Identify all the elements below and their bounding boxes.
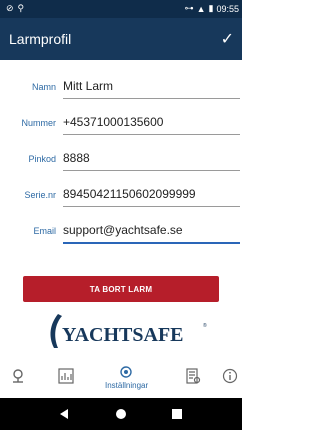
logo-text: YACHTSAFE (62, 324, 184, 346)
pin-input[interactable]: 8888 (63, 151, 90, 165)
system-nav-bar (0, 398, 242, 430)
serial-input[interactable]: 89450421150602099999 (63, 187, 196, 201)
field-namn[interactable]: Namn Mitt Larm (0, 70, 242, 106)
field-pinkod[interactable]: Pinkod 8888 (0, 142, 242, 178)
field-label: Pinkod (28, 154, 56, 164)
logo-registered: ® (203, 323, 207, 329)
home-icon[interactable] (115, 408, 127, 420)
notification-icon: ⚲ (17, 3, 25, 13)
field-label: Email (33, 226, 56, 236)
checkmark-icon[interactable]: ✓ (221, 29, 234, 49)
name-input[interactable]: Mitt Larm (63, 79, 113, 93)
input-underline (63, 170, 240, 171)
yachtsafe-logo: YACHTSAFE ® (0, 310, 242, 350)
document-icon[interactable] (185, 368, 201, 384)
settings-icon[interactable] (118, 364, 134, 380)
app-bar: Larmprofil ✓ (0, 18, 242, 60)
delete-alarm-button[interactable]: TA BORT LARM (23, 276, 219, 302)
field-nummer[interactable]: Nummer +45371000135600 (0, 106, 242, 142)
field-serie[interactable]: Serie.nr 89450421150602099999 (0, 178, 242, 214)
key-icon: ⊶ (184, 3, 194, 13)
signal-icon: ▲ (196, 3, 206, 14)
field-label: Serie.nr (24, 190, 56, 200)
chart-icon[interactable] (58, 368, 74, 384)
status-time: 09:55 (216, 3, 239, 14)
alarm-icon: ⊘ (6, 3, 14, 13)
settings-label[interactable]: Inställningar (105, 381, 148, 390)
recents-icon[interactable] (172, 409, 182, 419)
email-input[interactable]: support@yachtsafe.se (63, 223, 183, 237)
battery-icon: ▮ (208, 3, 214, 13)
input-underline (63, 134, 240, 135)
status-icons-right: ⊶ ▲ ▮ 09:55 (185, 3, 239, 14)
status-icons-left: ⊘ ⚲ (6, 3, 24, 14)
back-icon[interactable] (58, 408, 70, 420)
input-underline (63, 98, 240, 99)
field-label: Namn (31, 82, 56, 92)
input-underline-active (63, 242, 240, 244)
status-bar: ⊘ ⚲ ⊶ ▲ ▮ 09:55 (0, 0, 242, 18)
page-title: Larmprofil (9, 31, 72, 47)
profile-form: Namn Mitt Larm Nummer +45371000135600 Pi… (0, 60, 242, 244)
location-icon[interactable] (10, 368, 26, 384)
field-label: Nummer (21, 118, 56, 128)
input-underline (63, 206, 240, 207)
bottom-nav: Inställningar (0, 358, 242, 398)
info-icon[interactable] (222, 368, 238, 384)
number-input[interactable]: +45371000135600 (63, 115, 163, 129)
field-email[interactable]: Email support@yachtsafe.se (0, 214, 242, 250)
